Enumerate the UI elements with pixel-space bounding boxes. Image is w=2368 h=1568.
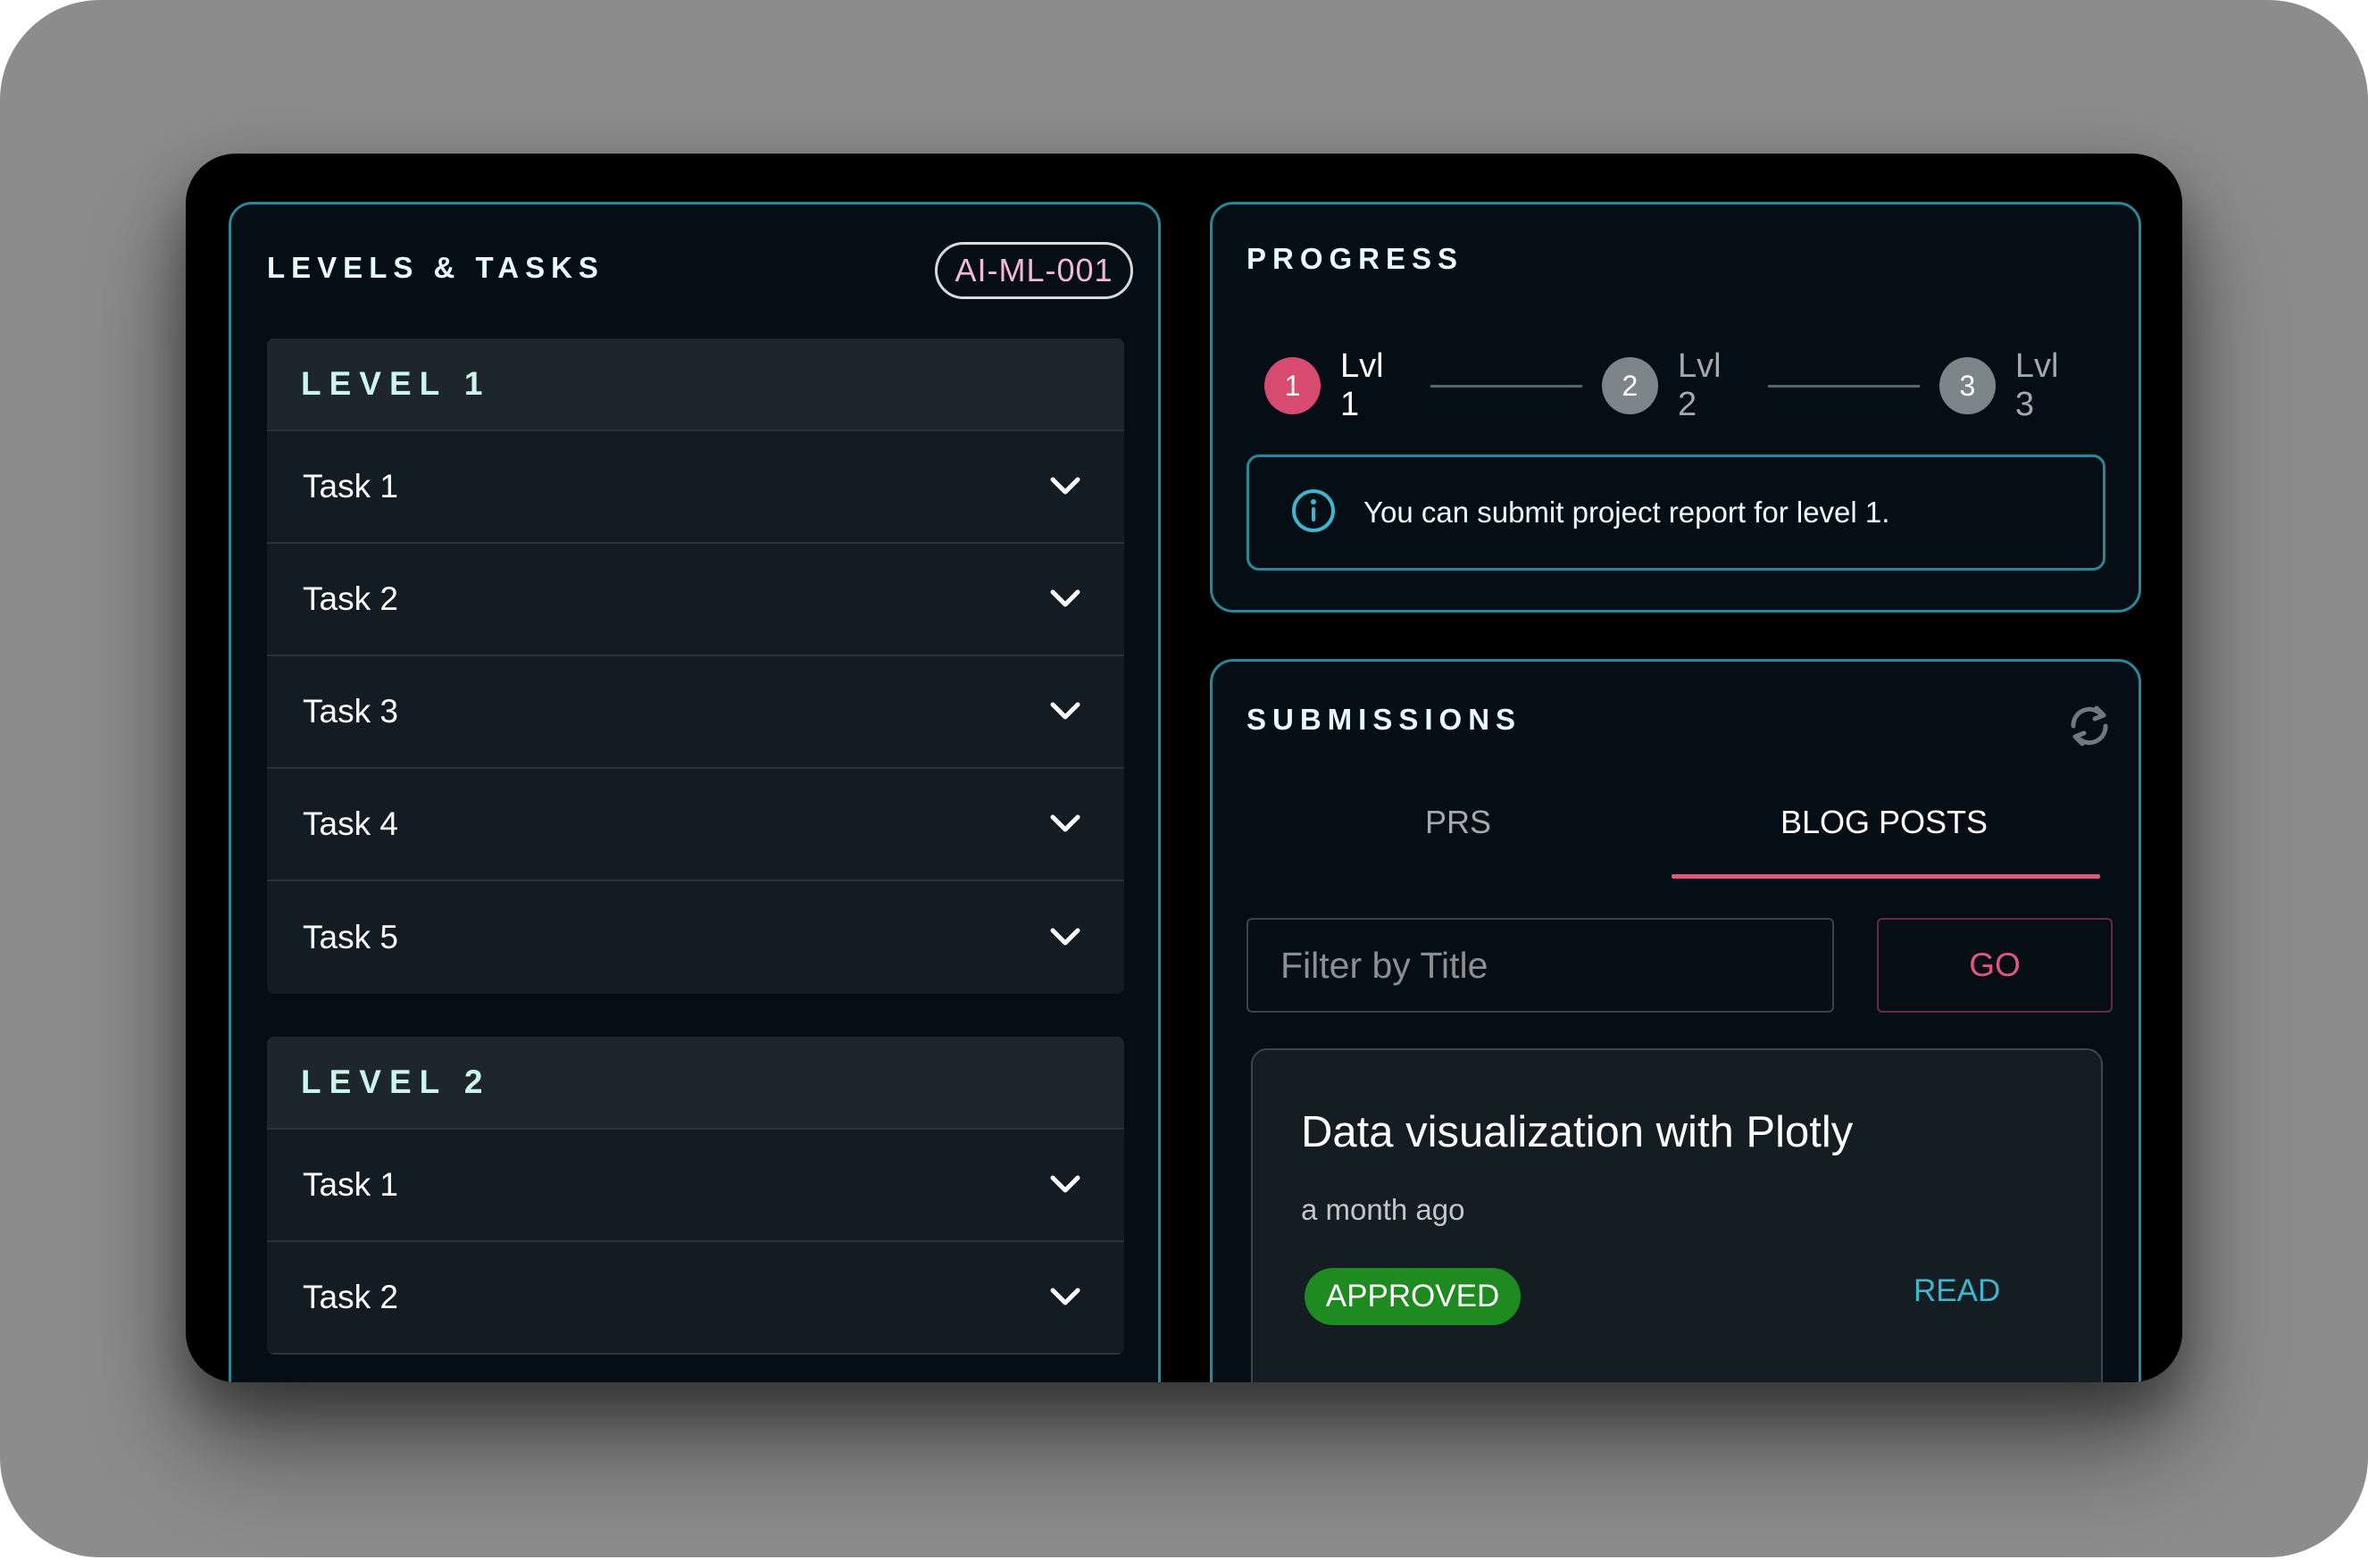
- step-label: Lvl 2: [1677, 347, 1722, 423]
- project-code-badge: AI-ML-001: [935, 242, 1133, 299]
- step-label: Lvl 1: [1340, 347, 1384, 423]
- submissions-panel: SUBMISSIONS PRS BLOG POSTS GO Data visua…: [1210, 659, 2141, 1382]
- progress-panel: PROGRESS 1 Lvl 1 2 Lvl 2 3 Lvl 3 You can…: [1210, 202, 2141, 613]
- task-row-level1-task4[interactable]: Task 4: [267, 769, 1124, 881]
- step-level-2: 2 Lvl 2: [1601, 347, 1748, 424]
- task-label: Task 3: [303, 693, 398, 730]
- panel-title-submissions: SUBMISSIONS: [1247, 703, 1522, 736]
- level-2-block: LEVEL 2 Task 1 Task 2: [267, 1037, 1124, 1355]
- task-label: Task 2: [303, 1279, 398, 1315]
- task-row-level1-task3[interactable]: Task 3: [267, 656, 1124, 769]
- step-level-1: 1 Lvl 1: [1264, 347, 1411, 424]
- step-number-badge: 2: [1601, 357, 1658, 414]
- panel-title-levels: LEVELS & TASKS: [267, 251, 605, 284]
- panel-title-progress: PROGRESS: [1247, 242, 1464, 275]
- go-button[interactable]: GO: [1877, 918, 2113, 1013]
- tab-blog-posts[interactable]: BLOG POSTS: [1670, 782, 2098, 863]
- task-row-level1-task2[interactable]: Task 2: [267, 544, 1124, 656]
- post-timestamp: a month ago: [1301, 1193, 1465, 1226]
- task-row-level2-task1[interactable]: Task 1: [267, 1130, 1124, 1242]
- task-row-level2-task2[interactable]: Task 2: [267, 1242, 1124, 1355]
- post-title: Data visualization with Plotly: [1301, 1108, 1854, 1156]
- step-connector: [1430, 384, 1582, 388]
- info-message: You can submit project report for level …: [1363, 496, 1890, 529]
- chevron-down-icon[interactable]: [1049, 1281, 1081, 1314]
- level-1-block: LEVEL 1 Task 1 Task 2 Task 3 Task 4 Task…: [267, 338, 1124, 994]
- step-number-badge: 3: [1939, 357, 1996, 414]
- info-icon: [1290, 488, 1337, 538]
- blog-post-card: Data visualization with Plotly a month a…: [1251, 1048, 2103, 1382]
- chevron-down-icon[interactable]: [1049, 1169, 1081, 1201]
- level-2-header: LEVEL 2: [267, 1037, 1124, 1130]
- step-connector: [1768, 384, 1920, 388]
- step-level-3: 3 Lvl 3: [1939, 347, 2086, 424]
- chevron-down-icon[interactable]: [1049, 471, 1081, 503]
- filter-by-title-input[interactable]: [1247, 918, 1834, 1013]
- task-row-level1-task1[interactable]: Task 1: [267, 431, 1124, 544]
- step-number-badge: 1: [1264, 357, 1322, 414]
- level-stepper: 1 Lvl 1 2 Lvl 2 3 Lvl 3: [1264, 347, 2086, 423]
- task-label: Task 5: [303, 919, 398, 955]
- info-alert: You can submit project report for level …: [1247, 455, 2105, 571]
- read-button[interactable]: READ: [1914, 1273, 2000, 1309]
- chevron-down-icon[interactable]: [1049, 696, 1081, 728]
- active-tab-indicator: [1672, 874, 2100, 879]
- app-window: LEVELS & TASKS AI-ML-001 LEVEL 1 Task 1 …: [186, 154, 2182, 1382]
- step-label: Lvl 3: [2014, 347, 2059, 423]
- chevron-down-icon[interactable]: [1049, 922, 1081, 954]
- tab-prs[interactable]: PRS: [1248, 782, 1668, 863]
- task-label: Task 4: [303, 805, 398, 842]
- task-label: Task 1: [303, 1166, 398, 1203]
- level-1-header: LEVEL 1: [267, 338, 1124, 431]
- status-badge: APPROVED: [1305, 1268, 1521, 1325]
- levels-tasks-panel: LEVELS & TASKS AI-ML-001 LEVEL 1 Task 1 …: [229, 202, 1161, 1382]
- chevron-down-icon[interactable]: [1049, 583, 1081, 615]
- task-label: Task 2: [303, 580, 398, 617]
- task-label: Task 1: [303, 468, 398, 505]
- chevron-down-icon[interactable]: [1049, 808, 1081, 840]
- refresh-icon[interactable]: [2063, 699, 2116, 753]
- task-row-level1-task5[interactable]: Task 5: [267, 881, 1124, 994]
